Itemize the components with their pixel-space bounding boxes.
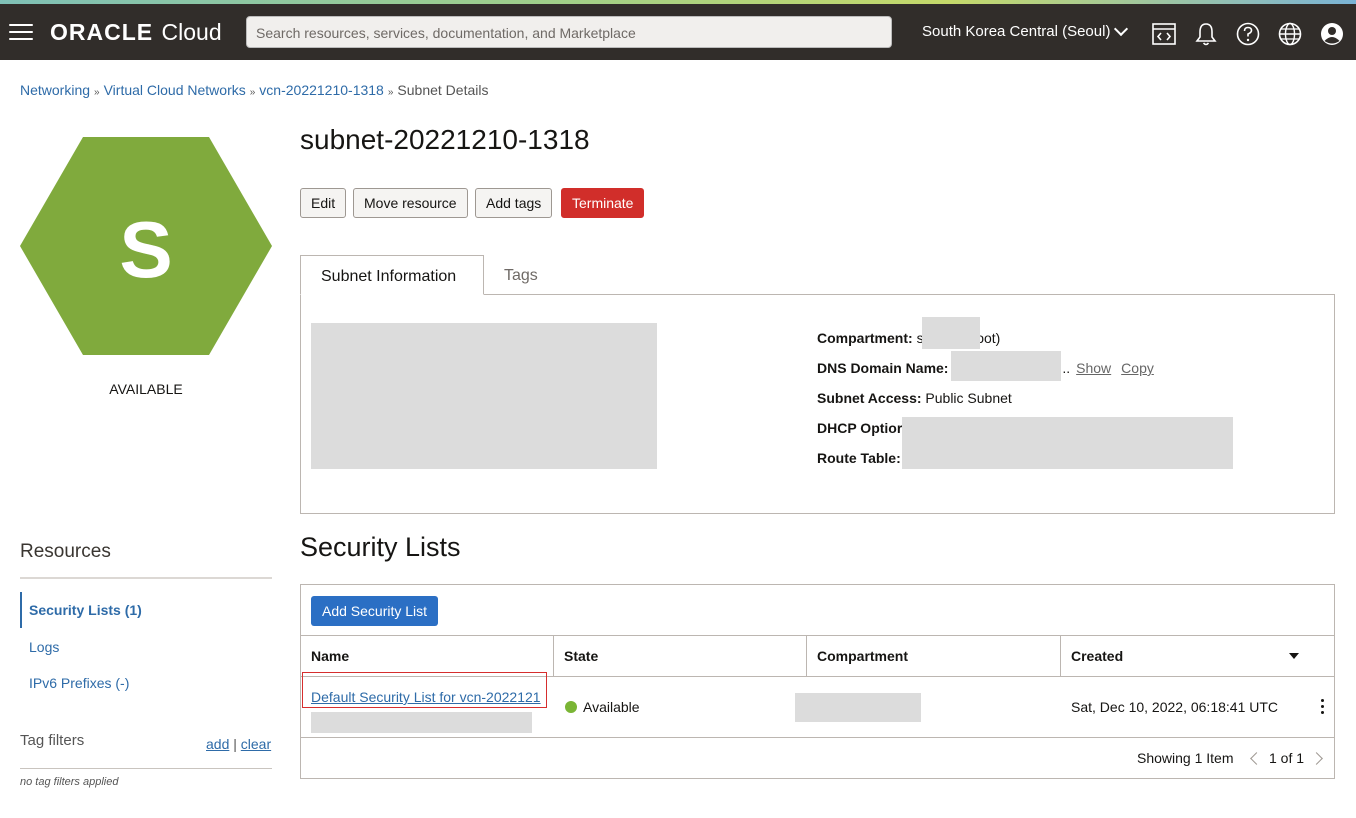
tag-filters-title: Tag filters: [20, 732, 85, 749]
dhcp-row: DHCP Optior: [817, 420, 902, 436]
pagination: 1 of 1: [1250, 750, 1323, 766]
bell-icon[interactable]: [1193, 21, 1219, 47]
clear-tag-filter-link[interactable]: clear: [241, 736, 271, 752]
menu-icon[interactable]: [9, 24, 33, 40]
subnet-access-value: Public Subnet: [925, 390, 1012, 406]
top-navigation-bar: ORACLE Cloud Search resources, services,…: [0, 4, 1356, 60]
breadcrumb-networking[interactable]: Networking: [20, 82, 90, 98]
redacted-block: [311, 323, 657, 469]
column-separator: [806, 635, 807, 677]
redacted-ocid: [311, 712, 532, 733]
page-title: subnet-20221210-1318: [300, 124, 590, 155]
column-separator: [1060, 635, 1061, 677]
logo-product: Cloud: [161, 19, 222, 45]
breadcrumb-separator-icon: »: [387, 87, 394, 98]
security-lists-title: Security Lists: [300, 532, 461, 562]
add-tags-button[interactable]: Add tags: [475, 188, 553, 218]
tag-filters-divider: [20, 768, 272, 769]
oracle-cloud-logo[interactable]: ORACLE Cloud: [50, 19, 222, 46]
terminate-button[interactable]: Terminate: [561, 188, 645, 218]
table-row-bottom-border: [300, 737, 1335, 738]
region-label: South Korea Central (Seoul): [922, 23, 1111, 40]
no-tag-filters-text: no tag filters applied: [20, 776, 119, 788]
move-resource-button[interactable]: Move resource: [353, 188, 468, 218]
resource-item-security-lists[interactable]: Security Lists (1): [29, 602, 142, 618]
next-page-icon[interactable]: [1310, 751, 1323, 765]
region-selector[interactable]: South Korea Central (Seoul): [922, 21, 1129, 40]
breadcrumb-current: Subnet Details: [397, 82, 489, 98]
column-header-state[interactable]: State: [564, 648, 598, 664]
column-header-compartment[interactable]: Compartment: [817, 648, 908, 664]
copy-link[interactable]: Copy: [1121, 360, 1154, 376]
sort-descending-icon[interactable]: [1289, 653, 1299, 659]
logo-brand: ORACLE: [50, 19, 154, 45]
tag-filter-divider: |: [233, 736, 237, 752]
column-separator: [553, 635, 554, 677]
route-table-row: Route Table:: [817, 450, 901, 466]
resources-divider: [20, 577, 272, 579]
subnet-access-row: Subnet Access: Public Subnet: [817, 390, 1012, 406]
page-indicator: 1 of 1: [1269, 750, 1305, 766]
breadcrumb: Networking» Virtual Cloud Networks» vcn-20…: [20, 82, 488, 98]
search-input[interactable]: Search resources, services, documentatio…: [246, 16, 892, 48]
hexagon-letter: S: [119, 205, 172, 294]
dns-ellipsis: ..: [1062, 360, 1071, 376]
resource-item-logs[interactable]: Logs: [29, 639, 59, 655]
tab-subnet-information[interactable]: Subnet Information: [300, 255, 484, 295]
globe-icon[interactable]: [1277, 21, 1303, 47]
profile-icon[interactable]: [1319, 21, 1345, 47]
chevron-down-icon: [1114, 21, 1129, 37]
redacted-compartment-cell: [795, 693, 921, 722]
tag-filter-links: add | clear: [206, 736, 271, 752]
breadcrumb-vcn[interactable]: vcn-20221210-1318: [259, 82, 384, 98]
route-table-label: Route Table:: [817, 450, 901, 466]
created-value: Sat, Dec 10, 2022, 06:18:41 UTC: [1071, 699, 1279, 715]
status-label: AVAILABLE: [109, 381, 183, 397]
add-tag-filter-link[interactable]: add: [206, 736, 229, 752]
subnet-access-label: Subnet Access:: [817, 390, 922, 406]
add-security-list-button[interactable]: Add Security List: [311, 596, 439, 626]
column-header-name[interactable]: Name: [311, 648, 349, 664]
resources-title: Resources: [20, 541, 111, 562]
item-count: Showing 1 Item: [1137, 750, 1234, 766]
dhcp-label: DHCP Optior: [817, 420, 903, 436]
security-list-name-link[interactable]: Default Security List for vcn-2022121: [311, 689, 541, 705]
active-item-indicator: [20, 592, 22, 628]
breadcrumb-separator-icon: »: [249, 87, 256, 98]
help-icon[interactable]: [1235, 21, 1261, 47]
redacted-dns: [951, 351, 1061, 381]
show-link[interactable]: Show: [1076, 360, 1111, 376]
resource-item-ipv6-prefixes[interactable]: IPv6 Prefixes (-): [29, 675, 129, 691]
redacted-compartment: [922, 317, 980, 349]
compartment-label: Compartment:: [817, 330, 913, 346]
tab-tags[interactable]: Tags: [484, 255, 558, 295]
redacted-dhcp-route: [902, 417, 1233, 469]
breadcrumb-separator-icon: »: [94, 87, 100, 98]
subnet-hexagon-icon: S: [20, 137, 272, 355]
dns-label: DNS Domain Name:: [817, 360, 949, 376]
state-value: Available: [583, 699, 640, 715]
available-status-dot-icon: [565, 701, 577, 713]
cloud-shell-icon[interactable]: [1151, 21, 1177, 47]
table-header-top-border: [300, 635, 1335, 636]
previous-page-icon[interactable]: [1250, 751, 1263, 765]
row-actions-menu-icon[interactable]: [1321, 699, 1325, 715]
column-header-created[interactable]: Created: [1071, 648, 1123, 664]
breadcrumb-vcns[interactable]: Virtual Cloud Networks: [104, 82, 246, 98]
edit-button[interactable]: Edit: [300, 188, 347, 218]
